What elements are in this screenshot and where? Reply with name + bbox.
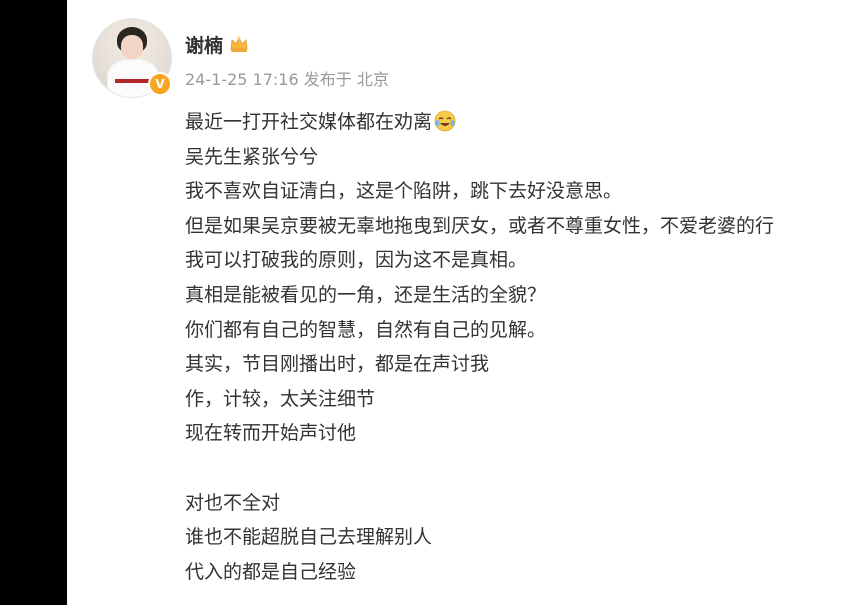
post-line: 其实，节目刚播出时，都是在声讨我 [185,353,490,376]
avatar[interactable]: V [92,18,172,98]
post-line-blank [185,451,865,486]
post-location: 发布于 北京 [303,70,389,89]
post-line: 代入的都是自己经验 [185,560,357,583]
post-line: 现在转而开始声讨他 [185,422,357,445]
post-line: 你们都有自己的智慧，自然有自己的见解。 [185,318,547,341]
post-line: 作，计较，太关注细节 [185,387,376,410]
laugh-cry-emoji-icon [434,109,456,132]
post-header: 谢楠 [185,30,249,58]
post-timestamp[interactable]: 24-1-25 17:16 [185,70,299,89]
post-line: 吴先生紧张兮兮 [185,145,319,168]
crown-icon [229,35,249,53]
post-line: 谁也不能超脱自己去理解别人 [185,526,433,549]
post-content: 最近一打开社交媒体都在劝离 吴先生紧张兮兮 我不喜欢自证清白，这是个陷阱，跳下去… [185,105,865,589]
username[interactable]: 谢楠 [185,31,223,58]
post-line: 但是如果吴京要被无辜地拖曳到厌女，或者不尊重女性，不爱老婆的行 [185,214,775,237]
post-line: 真相是能被看见的一角，还是生活的全貌？ [185,283,547,306]
post-line: 对也不全对 [185,491,281,514]
post-line: 最近一打开社交媒体都在劝离 [185,105,865,140]
weibo-post-card: V 谢楠 24-1-25 17:16 发布于 北京 最近一打开社交媒体都在劝离 … [67,0,865,605]
post-meta: 24-1-25 17:16 发布于 北京 [185,66,389,90]
post-line: 我不喜欢自证清白，这是个陷阱，跳下去好没意思。 [185,180,623,203]
post-line: 我可以打破我的原则，因为这不是真相。 [185,249,528,272]
verified-badge-icon: V [148,72,172,96]
screenshot-frame: V 谢楠 24-1-25 17:16 发布于 北京 最近一打开社交媒体都在劝离 … [0,0,865,605]
